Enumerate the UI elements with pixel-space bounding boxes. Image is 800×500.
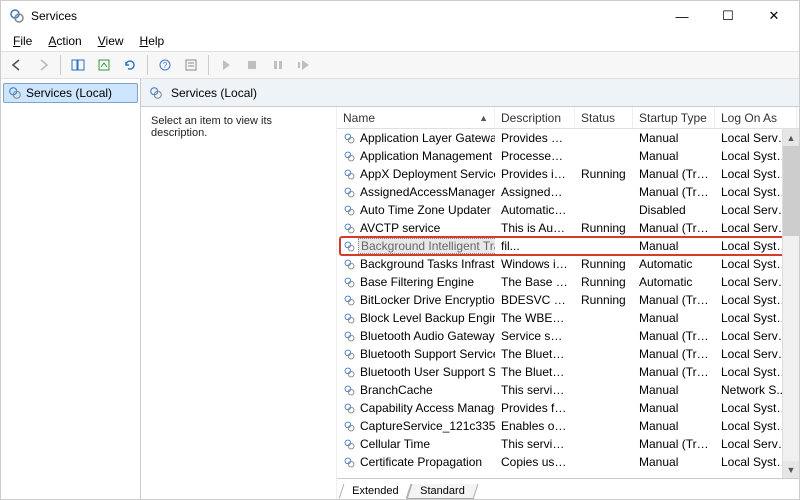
gear-icon — [343, 204, 356, 217]
description-panel: Select an item to view its description. — [141, 107, 336, 499]
gear-icon — [343, 276, 356, 289]
title-bar: Services — ☐ ✕ — [1, 1, 799, 31]
minimize-button[interactable]: — — [659, 1, 705, 31]
app-icon — [9, 8, 25, 24]
sort-ascending-icon: ▲ — [479, 113, 488, 123]
service-row[interactable]: Certificate PropagationCopies user ...Ma… — [337, 453, 799, 471]
col-header-logon[interactable]: Log On As — [715, 107, 797, 128]
scroll-down-button[interactable]: ▼ — [783, 461, 799, 478]
svg-text:?: ? — [163, 61, 168, 70]
gear-icon — [343, 384, 356, 397]
detail-split: Select an item to view its description. … — [141, 107, 799, 499]
tree-item-label: Services (Local) — [26, 86, 112, 100]
properties-button[interactable] — [179, 54, 203, 76]
col-header-status[interactable]: Status — [575, 107, 633, 128]
window-title: Services — [31, 9, 659, 23]
view-tabs: Extended Standard — [337, 478, 799, 499]
service-row[interactable]: Background Tasks Infrastruc...Windows in… — [337, 255, 799, 273]
close-button[interactable]: ✕ — [751, 1, 797, 31]
gear-icon — [343, 150, 356, 163]
gear-icon — [343, 456, 356, 469]
window-controls: — ☐ ✕ — [659, 1, 797, 31]
description-hint: Select an item to view its description. — [151, 115, 272, 139]
help-button[interactable]: ? — [153, 54, 177, 76]
menu-bar: File Action View Help — [1, 31, 799, 51]
service-row[interactable]: AssignedAccessManager Se...AssignedAc...… — [337, 183, 799, 201]
service-row[interactable]: Cellular TimeThis service ...Manual (Tri… — [337, 435, 799, 453]
maximize-button[interactable]: ☐ — [705, 1, 751, 31]
scroll-thumb[interactable] — [783, 146, 799, 236]
gear-icon — [343, 438, 356, 451]
menu-file[interactable]: File — [7, 33, 38, 49]
service-row[interactable]: Auto Time Zone UpdaterAutomatica...Disab… — [337, 201, 799, 219]
service-row[interactable]: CaptureService_121c3357Enables opti...Ma… — [337, 417, 799, 435]
menu-view[interactable]: View — [92, 33, 130, 49]
service-row[interactable]: Bluetooth Audio Gateway S...Service sup.… — [337, 327, 799, 345]
restart-service-button[interactable] — [292, 54, 316, 76]
service-row[interactable]: Background Intelligent Transfer Servicef… — [337, 237, 799, 255]
right-pane: Services (Local) Select an item to view … — [141, 79, 799, 499]
service-row[interactable]: Capability Access Manager ...Provides fa… — [337, 399, 799, 417]
pane-title: Services (Local) — [171, 86, 257, 100]
start-service-button[interactable] — [214, 54, 238, 76]
pane-header: Services (Local) — [141, 79, 799, 107]
toolbar: ? — [1, 51, 799, 79]
gear-icon — [343, 222, 356, 235]
toolbar-separator — [60, 55, 61, 75]
gear-icon — [343, 258, 356, 271]
gear-icon — [343, 294, 356, 307]
col-header-startup[interactable]: Startup Type — [633, 107, 715, 128]
scroll-up-button[interactable]: ▲ — [783, 129, 799, 146]
menu-help[interactable]: Help — [134, 33, 171, 49]
gear-icon — [343, 330, 356, 343]
service-row[interactable]: AVCTP serviceThis is Audi...RunningManua… — [337, 219, 799, 237]
col-header-description[interactable]: Description — [495, 107, 575, 128]
vertical-scrollbar[interactable]: ▲ ▼ — [782, 129, 799, 478]
stop-service-button[interactable] — [240, 54, 264, 76]
content-split: Services (Local) Services (Local) Select… — [1, 79, 799, 499]
tab-extended[interactable]: Extended — [339, 484, 412, 499]
tab-standard[interactable]: Standard — [407, 484, 479, 499]
tree-item-services-local[interactable]: Services (Local) — [3, 83, 138, 103]
gear-icon — [343, 366, 356, 379]
service-row[interactable]: Application ManagementProcesses in...Man… — [337, 147, 799, 165]
gear-icon — [343, 312, 356, 325]
menu-action[interactable]: Action — [42, 33, 87, 49]
service-row[interactable]: Bluetooth Support ServiceThe Bluetoo...M… — [337, 345, 799, 363]
gear-icon — [343, 402, 356, 415]
list-rows[interactable]: Application Layer Gateway ...Provides su… — [337, 129, 799, 478]
gear-icon — [8, 86, 22, 100]
console-tree[interactable]: Services (Local) — [1, 79, 141, 499]
gear-icon — [149, 86, 163, 100]
service-row[interactable]: Block Level Backup Engine ...The WBENG..… — [337, 309, 799, 327]
service-row[interactable]: AppX Deployment Service (...Provides inf… — [337, 165, 799, 183]
pause-service-button[interactable] — [266, 54, 290, 76]
service-row[interactable]: Application Layer Gateway ...Provides su… — [337, 129, 799, 147]
gear-icon — [343, 132, 356, 145]
nav-back-button[interactable] — [5, 54, 29, 76]
list-header: Name▲ Description Status Startup Type Lo… — [337, 107, 799, 129]
gear-icon — [343, 348, 356, 361]
gear-icon — [343, 240, 356, 253]
show-hide-tree-button[interactable] — [66, 54, 90, 76]
gear-icon — [343, 168, 356, 181]
gear-icon — [343, 186, 356, 199]
col-header-name[interactable]: Name▲ — [337, 107, 495, 128]
service-row[interactable]: BitLocker Drive Encryption ...BDESVC hos… — [337, 291, 799, 309]
nav-forward-button[interactable] — [31, 54, 55, 76]
service-row[interactable]: Bluetooth User Support Ser...The Bluetoo… — [337, 363, 799, 381]
service-row[interactable]: Base Filtering EngineThe Base Fil...Runn… — [337, 273, 799, 291]
toolbar-separator — [147, 55, 148, 75]
service-row[interactable]: BranchCacheThis service ...ManualNetwork… — [337, 381, 799, 399]
refresh-button[interactable] — [118, 54, 142, 76]
services-list: Name▲ Description Status Startup Type Lo… — [336, 107, 799, 499]
toolbar-separator — [208, 55, 209, 75]
export-list-button[interactable] — [92, 54, 116, 76]
gear-icon — [343, 420, 356, 433]
